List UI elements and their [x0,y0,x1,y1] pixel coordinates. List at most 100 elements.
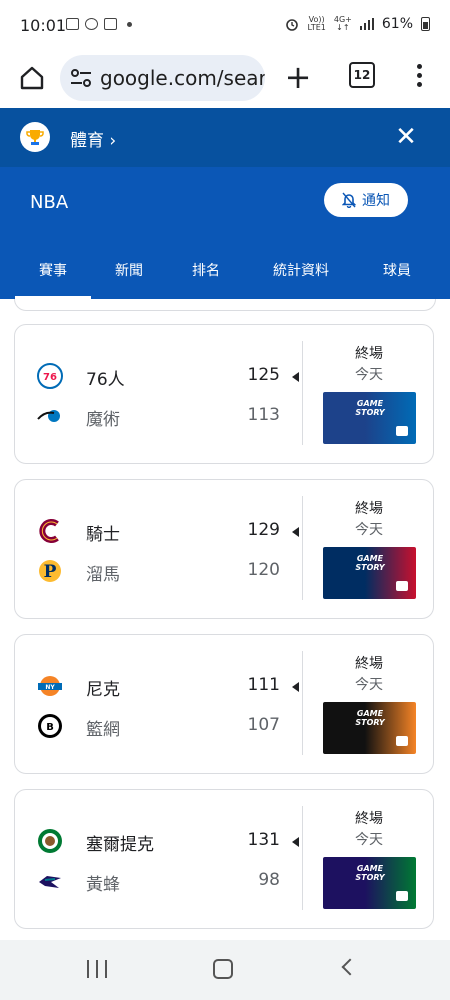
team-name: 騎士 [86,525,120,545]
76ers-logo: 76 [37,363,63,389]
game-story-text: GAME STORY [355,399,385,417]
story-play-icon [396,426,408,436]
story-play-icon [396,736,408,746]
team-score: 98 [258,870,280,890]
team-score: 131 [247,830,280,850]
winner-indicator-icon [292,682,299,692]
tab-stats[interactable]: 統計資料 [273,260,329,280]
svg-text:B: B [46,722,54,733]
notify-button[interactable]: 通知 [324,183,408,217]
sports-header: 體育 › ✕ NBA 通知 賽事 新聞 排名 統計資料 球員 [0,108,450,299]
tab-players[interactable]: 球員 [383,260,411,280]
line-app-icon [85,18,98,30]
url-text: google.com/search [100,66,265,90]
winner-indicator-icon [292,837,299,847]
notify-label: 通知 [362,193,390,209]
game-story-thumbnail[interactable]: GAME STORY [323,857,416,909]
card-divider [302,651,303,755]
game-story-thumbnail[interactable]: GAME STORY [323,392,416,444]
more-notifications-icon [127,21,132,27]
team-score: 120 [247,560,280,580]
celtics-logo [37,828,63,854]
winner-indicator-icon [292,527,299,537]
team-row-away: 黃蜂 98 [15,866,305,896]
team-row-away: P 溜馬 120 [15,556,305,586]
card-divider [302,496,303,600]
story-play-icon [396,581,408,591]
game-card[interactable]: 騎士 129 P 溜馬 120 終場 今天 GAME STORY [14,479,434,619]
battery-icon [421,17,430,31]
team-row-away: 魔術 113 [15,401,305,431]
league-title: NBA [30,192,69,213]
signal-icon [359,18,374,30]
tab-switcher-button[interactable]: 12 [349,62,375,88]
alarm-icon [286,19,299,31]
tab-games[interactable]: 賽事 [15,260,91,299]
svg-text:NY: NY [45,684,55,691]
svg-text:P: P [44,562,57,582]
trophy-icon [20,122,50,152]
breadcrumb-sports-link[interactable]: 體育 › [70,126,116,151]
game-story-text: GAME STORY [355,554,385,572]
game-card[interactable]: 76 76人 125 魔術 113 終場 今天 GAME STORY [14,324,434,464]
breadcrumb: 體育 › ✕ [0,108,450,167]
team-score: 129 [247,520,280,540]
team-score: 113 [247,405,280,425]
site-settings-icon[interactable] [70,68,92,88]
game-card[interactable]: NY 尼克 111 B 籃網 107 終場 今天 GAME STORY [14,634,434,774]
game-date: 今天 [355,677,383,693]
home-icon [20,66,44,90]
card-divider [302,806,303,910]
cavaliers-logo [37,518,63,544]
team-score: 111 [247,675,280,695]
team-row-home: 騎士 129 [15,516,305,546]
game-story-thumbnail[interactable]: GAME STORY [323,547,416,599]
winner-indicator-icon [292,372,299,382]
more-menu-button[interactable] [412,60,426,94]
team-name: 籃網 [86,720,120,740]
gallery-icon [104,18,117,30]
game-status: 終場 [355,811,383,827]
pacers-logo: P [37,558,63,584]
team-row-home: NY 尼克 111 [15,671,305,701]
hornets-logo [37,868,63,894]
tab-standings[interactable]: 排名 [192,260,220,280]
battery-percent: 61% [381,16,413,32]
tab-news[interactable]: 新聞 [115,260,143,280]
back-button[interactable] [341,958,359,976]
calendar-icon [66,18,79,30]
browser-toolbar: google.com/search + 12 [0,50,450,108]
magic-logo [37,403,63,429]
game-card[interactable]: 塞爾提克 131 黃蜂 98 終場 今天 GAME STORY [14,789,434,929]
game-status: 終場 [355,346,383,362]
notification-icons [66,18,132,30]
close-icon: ✕ [395,122,417,152]
address-bar[interactable]: google.com/search [60,55,265,101]
team-row-home: 76 76人 125 [15,361,305,391]
system-navigation-bar [0,940,450,1000]
card-divider [302,341,303,445]
game-status: 終場 [355,656,383,672]
team-name: 魔術 [86,410,120,430]
story-play-icon [396,891,408,901]
home-button[interactable] [14,60,50,96]
game-date: 今天 [355,522,383,538]
recents-button[interactable] [87,960,107,978]
network-type-indicator: 4G+ ↓↑ [333,15,352,32]
chevron-right-icon: › [109,131,117,151]
new-tab-button[interactable]: + [280,59,316,95]
game-story-text: GAME STORY [355,864,385,882]
game-date: 今天 [355,367,383,383]
plus-icon: + [284,58,312,96]
team-score: 125 [247,365,280,385]
home-nav-button[interactable] [213,959,233,979]
close-button[interactable]: ✕ [392,123,420,151]
game-story-thumbnail[interactable]: GAME STORY [323,702,416,754]
team-name: 溜馬 [86,565,120,585]
team-score: 107 [247,715,280,735]
team-name: 76人 [86,370,125,390]
team-name: 黃蜂 [86,875,120,895]
game-status: 終場 [355,501,383,517]
previous-game-card[interactable] [14,299,436,311]
svg-text:76: 76 [43,372,57,383]
